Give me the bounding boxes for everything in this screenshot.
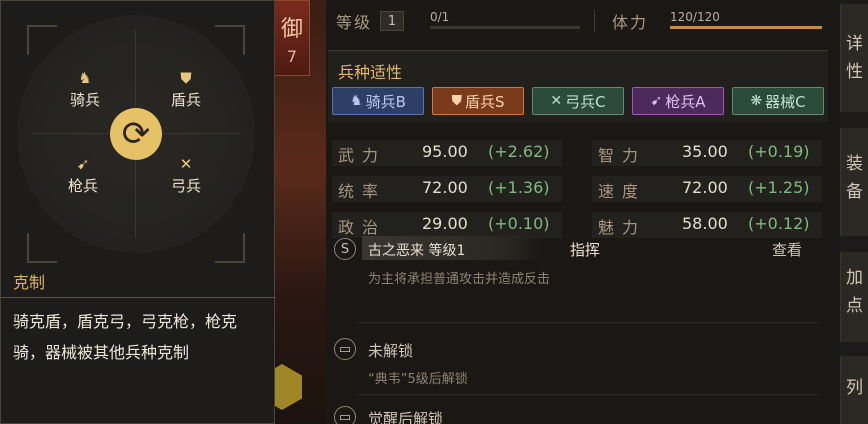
unit-label: 骑兵 <box>69 91 100 109</box>
divider <box>1 297 276 298</box>
stat-value: 95.00 <box>422 142 468 161</box>
unit-label: 盾兵 <box>170 91 201 109</box>
fitness-badge-shield[interactable]: ⛊ 盾兵S <box>432 87 524 115</box>
stat-name: 智力 <box>598 146 647 165</box>
bow-icon: ✕ <box>550 93 563 109</box>
exp-text: 0/1 <box>430 10 450 24</box>
divider <box>358 394 818 395</box>
stamina-text: 120/120 <box>670 10 720 24</box>
skill-description: 为主将承担普通攻击并造成反击 <box>368 272 551 287</box>
gear-icon: ❋ <box>750 93 763 109</box>
unit-spear: ➹ 枪兵 <box>53 155 113 196</box>
locked-skill-title: 觉醒后解锁 <box>368 410 444 424</box>
exp-bar <box>430 26 580 29</box>
skill-view-button[interactable]: 查看 <box>772 239 802 260</box>
stat-bonus: (+1.25) <box>748 178 810 197</box>
fitness-badge-siege[interactable]: ❋ 器械C <box>732 87 824 115</box>
cycle-icon: ⟳ <box>110 108 162 160</box>
ornament-corner <box>215 25 245 55</box>
stat-bonus: (+0.10) <box>488 214 550 233</box>
stat-value: 35.00 <box>682 142 728 161</box>
tab-list[interactable]: 列 <box>840 356 868 424</box>
stamina-label: 体力 <box>612 13 649 32</box>
unit-label: 弓兵 <box>170 177 201 195</box>
locked-skill-title: 未解锁 <box>368 342 414 360</box>
horse-icon: ♞ <box>78 69 92 87</box>
stamina-bar <box>670 26 822 29</box>
unit-cavalry: ♞ 骑兵 <box>55 69 115 110</box>
counter-description: 骑克盾，盾克弓，弓克枪，枪克骑，器械被其他兵种克制 <box>13 312 238 362</box>
unit-shield: ⛊ 盾兵 <box>156 69 216 110</box>
exp-progress: 0/1 <box>430 10 580 29</box>
spear-icon: ➹ <box>650 93 663 109</box>
unit-label: 枪兵 <box>67 177 98 195</box>
stat-name: 速度 <box>598 182 647 201</box>
stat-bonus: (+0.19) <box>748 142 810 161</box>
defense-tag: 御 7 <box>274 0 310 76</box>
level-value: 1 <box>380 11 405 31</box>
stamina-progress: 120/120 <box>670 10 822 29</box>
stamina-row: 体力 <box>612 8 648 34</box>
stat-value: 58.00 <box>682 214 728 233</box>
skill-name: 古之恶来 等级1 <box>368 243 466 259</box>
level-label: 等级 <box>336 13 373 32</box>
shield-icon: ⛊ <box>180 69 192 87</box>
bow-icon: ✕ <box>179 155 193 173</box>
defense-value: 7 <box>286 46 298 66</box>
fitness-badge-cavalry[interactable]: ♞ 骑兵B <box>332 87 424 115</box>
stat-value: 72.00 <box>682 178 728 197</box>
stat-bonus: (+1.36) <box>488 178 550 197</box>
divider <box>358 322 818 323</box>
lock-icon: ▭ <box>334 338 356 360</box>
stamina-fill <box>670 26 822 29</box>
stat-name: 武力 <box>338 146 387 165</box>
stat-bonus: (+2.62) <box>488 142 550 161</box>
stat-bonus: (+0.12) <box>748 214 810 233</box>
ornament-corner <box>27 25 57 55</box>
defense-char: 御 <box>280 16 303 42</box>
skill-grade-icon: S <box>334 238 356 260</box>
horse-icon: ♞ <box>350 93 363 109</box>
hero-info-panel: 等级 1 0/1 体力 120/120 兵种适性 ♞ 骑兵B ⛊ 盾兵S ✕ 弓… <box>326 0 832 424</box>
troop-fitness-section: 兵种适性 ♞ 骑兵B ⛊ 盾兵S ✕ 弓兵C ➹ 枪兵A ❋ 器械C <box>328 50 828 122</box>
tab-add-points[interactable]: 加 点 <box>840 252 868 342</box>
ornament-corner <box>27 233 57 263</box>
unit-bow: ✕ 弓兵 <box>156 155 216 196</box>
fitness-badge-spear[interactable]: ➹ 枪兵A <box>632 87 724 115</box>
tab-details[interactable]: 详 性 <box>840 4 868 112</box>
counter-wheel: ♞ 骑兵 ⛊ 盾兵 ➹ 枪兵 ✕ 弓兵 ⟳ <box>17 15 255 263</box>
skill-type: 指挥 <box>570 241 601 259</box>
stat-value: 72.00 <box>422 178 468 197</box>
counter-title: 克制 <box>13 273 46 292</box>
locked-skill-desc: “典韦”5级后解锁 <box>368 372 468 387</box>
level-row: 等级 1 <box>336 8 405 34</box>
skills-section: S 古之恶来 等级1 指挥 查看 为主将承担普通攻击并造成反击 ▭ 未解锁 “典… <box>328 232 828 424</box>
fitness-badge-bow[interactable]: ✕ 弓兵C <box>532 87 624 115</box>
divider <box>594 10 595 32</box>
stat-name: 统率 <box>338 182 387 201</box>
lock-icon: ▭ <box>334 406 356 424</box>
shield-icon: ⛊ <box>451 93 462 109</box>
troop-fitness-title: 兵种适性 <box>338 63 403 82</box>
ornament-corner <box>215 233 245 263</box>
spear-icon: ➹ <box>76 155 90 173</box>
tab-equipment[interactable]: 装 备 <box>840 128 868 236</box>
counter-tooltip: ♞ 骑兵 ⛊ 盾兵 ➹ 枪兵 ✕ 弓兵 ⟳ 克制 骑克盾，盾克弓，弓克枪，枪克骑… <box>0 0 276 424</box>
stat-value: 29.00 <box>422 214 468 233</box>
